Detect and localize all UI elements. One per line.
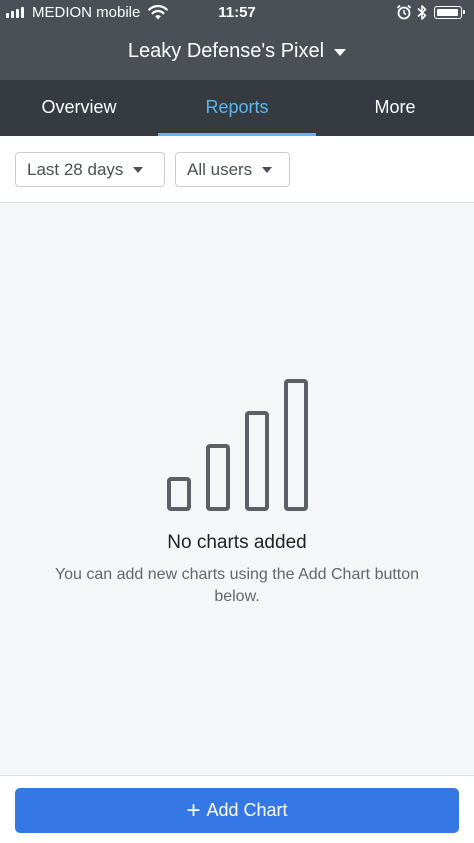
add-chart-label: Add Chart — [206, 800, 288, 820]
plus-icon: + — [186, 796, 201, 824]
empty-state-title: No charts added — [167, 532, 307, 553]
tab-overview[interactable]: Overview — [0, 80, 158, 136]
top-app-bar: MEDION mobile 11:57 Leaky Defense's Pixe… — [0, 0, 474, 80]
add-chart-button[interactable]: + Add Chart — [15, 788, 459, 833]
tab-reports[interactable]: Reports — [158, 80, 316, 136]
bottom-action-bar: + Add Chart — [0, 775, 474, 843]
account-name: Leaky Defense's Pixel — [127, 40, 325, 62]
bar-chart-icon — [167, 379, 308, 511]
caret-down-icon — [262, 166, 273, 173]
audience-label: All users — [187, 159, 253, 179]
status-bar: MEDION mobile 11:57 — [0, 0, 474, 26]
alarm-icon — [396, 4, 412, 20]
account-switcher[interactable]: Leaky Defense's Pixel — [0, 40, 474, 63]
bluetooth-icon — [417, 5, 427, 20]
date-range-dropdown[interactable]: Last 28 days — [15, 152, 165, 187]
filter-bar: Last 28 days All users — [0, 136, 474, 203]
date-range-label: Last 28 days — [27, 159, 124, 179]
empty-state-description: You can add new charts using the Add Cha… — [54, 566, 420, 605]
battery-icon — [434, 6, 465, 19]
audience-dropdown[interactable]: All users — [175, 152, 290, 187]
tab-bar: Overview Reports More — [0, 80, 474, 136]
caret-down-icon — [133, 166, 144, 173]
caret-down-icon — [334, 49, 347, 56]
tab-more[interactable]: More — [316, 80, 474, 136]
